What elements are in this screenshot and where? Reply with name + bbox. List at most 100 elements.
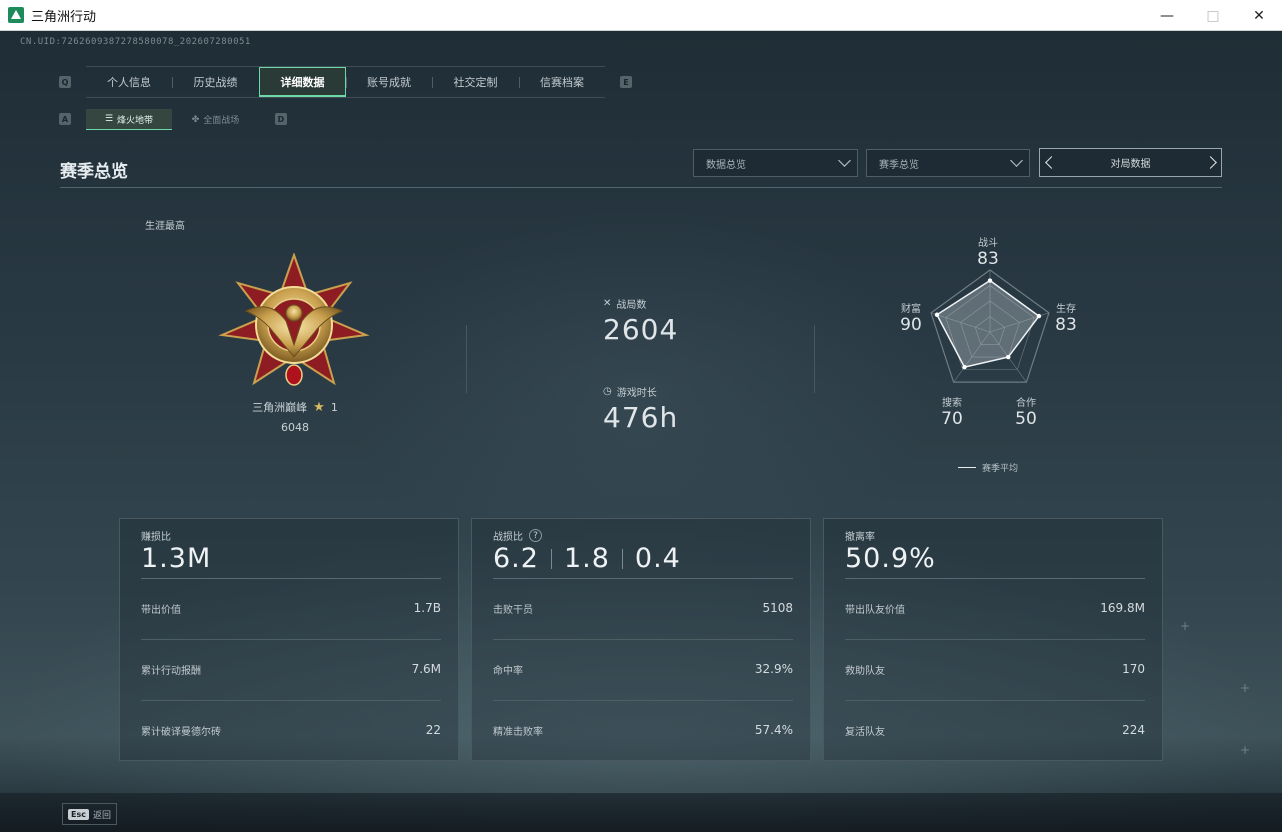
rank-stars: 1 <box>330 400 338 414</box>
playtime-stat: ◷ 游戏时长 476h <box>603 384 678 434</box>
subtab-prev-key-hint[interactable]: A <box>59 113 71 125</box>
tab-social[interactable]: 社交定制 <box>432 67 519 97</box>
row-value: 224 <box>1122 723 1145 737</box>
tab-next-key-hint[interactable]: E <box>620 76 632 88</box>
radar-point <box>1036 313 1042 319</box>
row-value: 1.7B <box>413 601 441 615</box>
tab-prev-key-hint[interactable]: Q <box>59 76 71 88</box>
card-row: 救助队友 170 <box>845 660 1145 678</box>
radar-value-teamwork: 50 <box>1015 409 1037 429</box>
matches-label: 战局数 <box>616 300 647 311</box>
back-button[interactable]: Esc 返回 <box>62 803 117 825</box>
radar-label-survival: 生存 <box>1056 304 1076 315</box>
subtab-label: 全面战场 <box>203 116 240 126</box>
tab-archive[interactable]: 信赛档案 <box>519 67 605 97</box>
close-icon[interactable]: ✕ <box>1236 0 1282 31</box>
data-type-dropdown[interactable]: 数据总览 <box>693 149 858 177</box>
player-uid: CN.UID:7262609387278580078_202607280051 <box>20 37 251 47</box>
minimize-icon[interactable]: — <box>1144 0 1190 31</box>
row-divider <box>493 700 793 701</box>
section-title: 赛季总览 <box>60 162 128 182</box>
window-controls: — □ ✕ <box>1144 0 1282 31</box>
row-divider <box>141 639 441 640</box>
value-separator <box>550 548 552 569</box>
rank-score: 6048 <box>281 421 309 434</box>
card-row: 累计破译曼德尔砖 22 <box>141 721 441 739</box>
card-row: 复活队友 224 <box>845 721 1145 739</box>
subtab-label: 烽火地带 <box>117 115 154 126</box>
card-title: 撤离率 <box>845 532 875 543</box>
card-value: 1.8 <box>563 543 610 574</box>
chevron-down-icon <box>838 154 851 167</box>
chevron-down-icon <box>1010 154 1023 167</box>
radar-label-combat: 战斗 <box>978 238 998 249</box>
rank-name: 三角洲巅峰 <box>252 401 308 414</box>
chevron-right-icon <box>1203 156 1217 169</box>
row-label: 击败干员 <box>493 604 533 616</box>
career-best-label: 生涯最高 <box>145 221 185 232</box>
ability-radar: 战斗 83 生存 83 合作 50 搜索 70 财富 90 <box>896 231 1086 436</box>
card-row: 累计行动报酬 7.6M <box>141 660 441 678</box>
main-tabs: 个人信息 历史战绩 详细数据 账号成就 社交定制 信赛档案 <box>86 66 605 98</box>
row-value: 5108 <box>762 601 793 615</box>
extraction-rate-card: 撤离率 50.9% 带出队友价值 169.8M 救助队友 170 复活队友 22… <box>823 518 1163 761</box>
app-logo-icon <box>8 7 24 23</box>
pager-prev-button[interactable] <box>1040 149 1058 176</box>
chevron-left-icon <box>1044 156 1058 169</box>
row-divider <box>141 700 441 701</box>
legend-line <box>958 467 976 468</box>
row-label: 救助队友 <box>845 665 885 677</box>
card-value: 1.3M <box>141 543 212 574</box>
card-divider <box>845 578 1145 579</box>
game-surface: ​ CN.UID:7262609387278580078_20260728005… <box>0 31 1282 832</box>
tab-history[interactable]: 历史战绩 <box>172 67 259 97</box>
tab-personal-info[interactable]: 个人信息 <box>86 67 172 97</box>
help-icon[interactable]: ? <box>529 529 542 542</box>
radar-label-search: 搜索 <box>942 398 962 409</box>
subtab-warfare[interactable]: ✤ 全面战场 <box>172 109 259 130</box>
pager-next-button[interactable] <box>1203 149 1221 176</box>
clock-icon: ◷ <box>603 386 612 397</box>
row-label: 精准击败率 <box>493 726 543 738</box>
season-dropdown[interactable]: 赛季总览 <box>866 149 1030 177</box>
playtime-value: 476h <box>603 401 679 434</box>
subtab-hazard-zone[interactable]: ☰ 烽火地带 <box>86 109 172 130</box>
row-value: 170 <box>1122 662 1145 676</box>
rank-medal-icon <box>218 253 370 386</box>
mode-subtabs: ☰ 烽火地带 ✤ 全面战场 <box>86 109 259 130</box>
divider <box>466 325 467 393</box>
row-divider <box>845 700 1145 701</box>
window-titlebar: 三角洲行动 — □ ✕ <box>0 0 1282 31</box>
star-icon: ★ <box>313 399 325 415</box>
row-value: 7.6M <box>411 662 441 676</box>
crosshair-decor: + <box>1240 681 1251 695</box>
row-value: 169.8M <box>1100 601 1145 615</box>
row-label: 累计行动报酬 <box>141 665 201 677</box>
pager-label: 对局数据 <box>1110 159 1151 170</box>
tab-detailed-data[interactable]: 详细数据 <box>259 67 346 97</box>
divider <box>814 325 815 393</box>
radar-value-search: 70 <box>941 409 963 429</box>
maximize-icon[interactable]: □ <box>1190 0 1236 31</box>
esc-key-hint: Esc <box>68 808 89 820</box>
row-divider <box>493 639 793 640</box>
row-label: 累计破译曼德尔砖 <box>141 726 221 738</box>
row-value: 22 <box>425 723 441 737</box>
row-label: 带出价值 <box>141 604 181 616</box>
card-value: 0.4 <box>634 543 681 574</box>
dropdown-value: 数据总览 <box>706 159 746 171</box>
card-divider <box>141 578 441 579</box>
row-value: 57.4% <box>754 723 793 737</box>
footer-bar: Esc 返回 <box>0 793 1282 832</box>
subtab-next-key-hint[interactable]: D <box>275 113 287 125</box>
radar-point <box>987 278 993 283</box>
row-label: 复活队友 <box>845 726 885 738</box>
tab-achievements[interactable]: 账号成就 <box>346 67 432 97</box>
rank-title: 三角洲巅峰 ★ 1 <box>200 399 390 415</box>
kd-ratio-card: 战损比 ? 6.2 1.8 0.4 击败干员 5108 命中率 32.9% 精准… <box>471 518 811 761</box>
row-label: 命中率 <box>493 665 523 677</box>
radar-label-wealth: 财富 <box>901 304 921 315</box>
radar-value-combat: 83 <box>977 249 999 269</box>
card-title: 赚损比 <box>141 532 171 543</box>
crosshair-decor: + <box>1240 743 1251 757</box>
